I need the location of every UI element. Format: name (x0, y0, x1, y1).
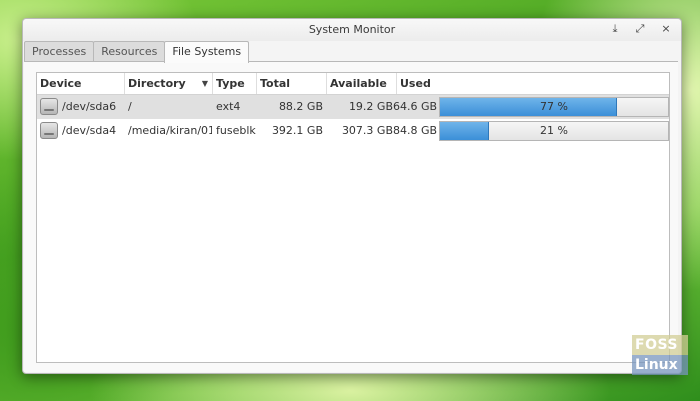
usage-progress-bar: 77 % (439, 97, 669, 117)
watermark-line2: Linux (632, 355, 688, 375)
tab-bar: Processes Resources File Systems (24, 41, 250, 63)
system-monitor-window: System Monitor ⤓ ⤢ × Processes Resources… (22, 18, 682, 374)
fosslinux-watermark-logo: FOSS Linux (632, 335, 688, 385)
usage-percent-label: 21 % (540, 124, 568, 137)
minimize-icon[interactable]: ⤓ (608, 22, 622, 36)
file-systems-panel: Device Directory ▼ Type Total Available … (24, 61, 678, 372)
cell-device: /dev/sda4 (62, 124, 117, 137)
usage-progress-bar: 21 % (439, 121, 669, 141)
maximize-icon[interactable]: ⤢ (633, 22, 647, 36)
cell-directory: / (128, 100, 132, 113)
column-header-total[interactable]: Total (257, 73, 327, 94)
cell-total: 88.2 GB (278, 100, 323, 113)
cell-type: fuseblk (216, 124, 256, 137)
hard-disk-icon (40, 98, 58, 115)
title-bar[interactable]: System Monitor ⤓ ⤢ × (23, 19, 681, 41)
cell-total: 392.1 GB (271, 124, 323, 137)
cell-available: 19.2 GB (348, 100, 393, 113)
window-title: System Monitor (308, 23, 396, 36)
column-header-used[interactable]: Used (397, 73, 669, 94)
watermark-line1: FOSS (632, 335, 688, 355)
column-header-device[interactable]: Device (37, 73, 125, 94)
table-row[interactable]: /dev/sda6 / ext4 88.2 GB 19.2 GB 64.6 GB… (37, 95, 669, 119)
cell-type: ext4 (216, 100, 241, 113)
column-header-directory[interactable]: Directory ▼ (125, 73, 213, 94)
table-header: Device Directory ▼ Type Total Available … (37, 73, 669, 95)
hard-disk-icon (40, 122, 58, 139)
file-systems-table: Device Directory ▼ Type Total Available … (36, 72, 670, 363)
column-header-type[interactable]: Type (213, 73, 257, 94)
table-row[interactable]: /dev/sda4 /media/kiran/01D fuseblk 392.1… (37, 119, 669, 143)
usage-percent-label: 77 % (540, 100, 568, 113)
tab-processes[interactable]: Processes (24, 41, 95, 62)
tab-resources[interactable]: Resources (93, 41, 166, 62)
cell-directory: /media/kiran/01D (128, 124, 212, 137)
cell-available: 307.3 GB (341, 124, 393, 137)
sort-descending-icon: ▼ (201, 79, 208, 88)
cell-used: 84.8 GB (393, 124, 437, 137)
cell-device: /dev/sda6 (62, 100, 117, 113)
close-icon[interactable]: × (659, 22, 673, 36)
tab-file-systems[interactable]: File Systems (164, 41, 250, 63)
column-header-available[interactable]: Available (327, 73, 397, 94)
cell-used: 64.6 GB (393, 100, 437, 113)
column-header-directory-label: Directory (128, 77, 186, 90)
